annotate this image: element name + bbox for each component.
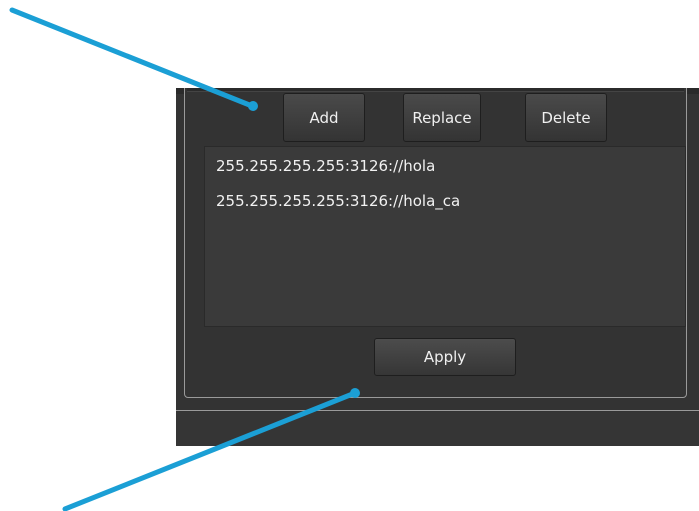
proxy-list[interactable]: 255.255.255.255:3126://hola 255.255.255.… bbox=[204, 146, 686, 327]
list-item[interactable]: 255.255.255.255:3126://hola bbox=[205, 149, 685, 184]
apply-button[interactable]: Apply bbox=[374, 338, 516, 376]
delete-button[interactable]: Delete bbox=[525, 93, 607, 142]
panel-bottom-bar bbox=[176, 412, 699, 446]
proxy-group-box: Add Replace Delete 255.255.255.255:3126:… bbox=[184, 88, 687, 398]
group-box-top-edge bbox=[187, 88, 684, 92]
proxy-settings-panel: Add Replace Delete 255.255.255.255:3126:… bbox=[176, 88, 699, 446]
panel-divider bbox=[176, 410, 699, 411]
list-item[interactable]: 255.255.255.255:3126://hola_ca bbox=[205, 184, 685, 219]
add-button[interactable]: Add bbox=[283, 93, 365, 142]
replace-button[interactable]: Replace bbox=[403, 93, 481, 142]
